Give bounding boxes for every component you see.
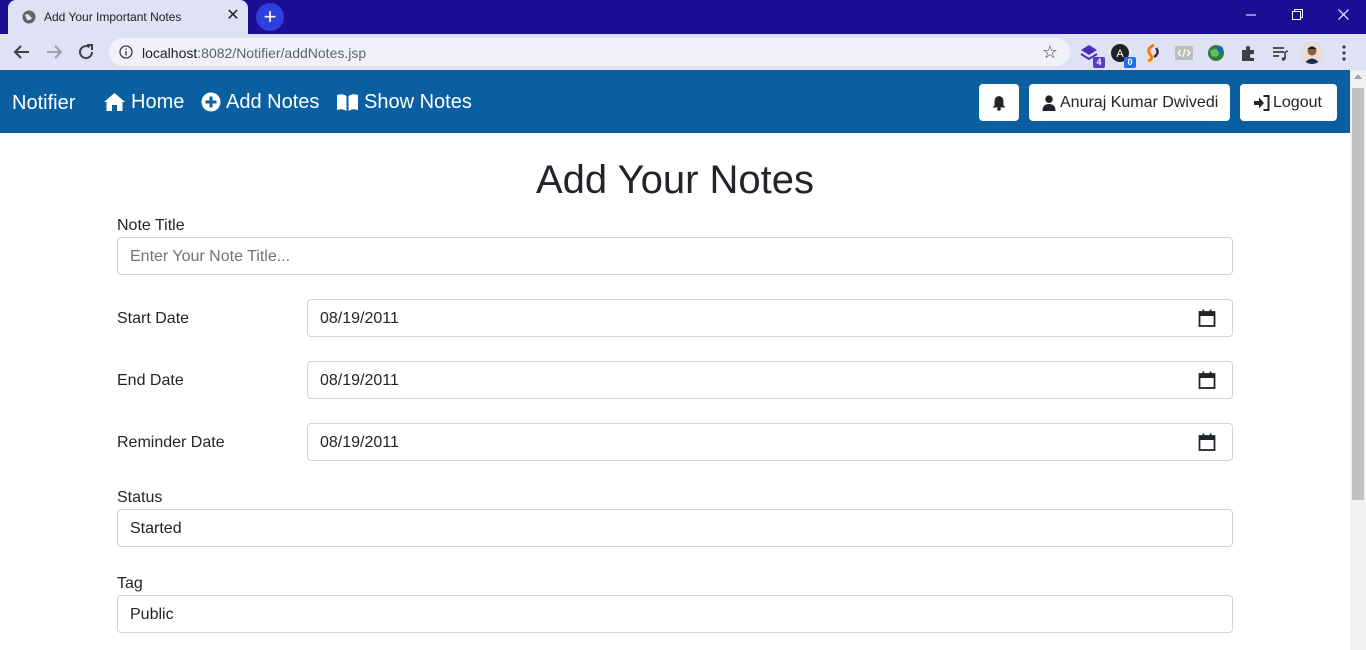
extension-1-icon[interactable]: 4 [1079, 43, 1105, 68]
address-bar[interactable]: localhost:8082/Notifier/addNotes.jsp ☆ [109, 38, 1070, 66]
page-title: Add Your Notes [536, 158, 814, 202]
status-value: Started [130, 520, 182, 537]
url-text: localhost:8082/Notifier/addNotes.jsp [142, 45, 366, 61]
nav-home-link[interactable]: Home [103, 91, 185, 115]
restore-icon [1291, 9, 1303, 20]
calendar-icon[interactable] [1198, 433, 1216, 451]
logout-button[interactable]: Logout [1240, 84, 1337, 121]
home-icon [104, 93, 125, 111]
logout-label: Logout [1273, 94, 1322, 111]
start-date-label: Start Date [117, 310, 190, 327]
nav-add-notes-label: Add Notes [226, 91, 320, 113]
calendar-icon[interactable] [1198, 371, 1216, 389]
globe-extension-icon[interactable] [1206, 43, 1226, 63]
user-icon [1042, 95, 1056, 111]
sign-in-arrow-icon [1254, 95, 1270, 111]
tag-value: Public [130, 606, 174, 623]
media-queue-icon[interactable] [1270, 43, 1290, 63]
tag-label: Tag [117, 575, 143, 592]
profile-avatar[interactable] [1301, 42, 1323, 64]
close-window-button[interactable] [1320, 0, 1366, 30]
status-label: Status [117, 489, 163, 506]
nav-show-notes-link[interactable]: Show Notes [336, 91, 472, 115]
tab-close-button[interactable]: ✕ [224, 7, 242, 25]
info-icon[interactable] [119, 45, 133, 59]
forward-arrow-icon[interactable] [42, 40, 66, 64]
nav-show-notes-label: Show Notes [364, 91, 472, 113]
nav-home-label: Home [131, 91, 185, 113]
browser-tab[interactable]: Add Your Important Notes ✕ [8, 0, 248, 34]
user-name-label: Anuraj Kumar Dwivedi [1060, 94, 1219, 111]
note-title-label: Note Title [117, 217, 185, 234]
notifications-button[interactable] [979, 84, 1019, 121]
reminder-date-value: 08/19/2011 [320, 434, 399, 451]
calendar-icon[interactable] [1198, 309, 1216, 327]
end-date-label: End Date [117, 372, 184, 389]
start-date-value: 08/19/2011 [320, 310, 399, 327]
book-icon [337, 94, 358, 111]
bookmark-star-icon[interactable]: ☆ [1042, 42, 1058, 63]
note-title-input[interactable]: Enter Your Note Title... [117, 237, 1233, 275]
scroll-up-arrow-icon[interactable] [1354, 74, 1362, 79]
close-icon [1337, 9, 1349, 20]
reminder-date-label: Reminder Date [117, 434, 225, 451]
url-host: localhost [142, 45, 198, 61]
minimize-button[interactable] [1228, 0, 1274, 30]
globe-icon [22, 10, 36, 24]
code-icon[interactable] [1174, 43, 1194, 63]
reload-icon[interactable] [74, 40, 98, 64]
nav-add-notes-link[interactable]: Add Notes [201, 91, 321, 115]
end-date-input[interactable]: 08/19/2011 [307, 361, 1233, 399]
orange-swirl-icon[interactable] [1142, 43, 1162, 63]
browser-toolbar: localhost:8082/Notifier/addNotes.jsp ☆ 4… [0, 34, 1366, 70]
tag-input[interactable]: Public [117, 595, 1233, 633]
restore-button[interactable] [1274, 0, 1320, 30]
minimize-icon [1246, 14, 1256, 16]
start-date-input[interactable]: 08/19/2011 [307, 299, 1233, 337]
url-path: :8082/Notifier/addNotes.jsp [197, 45, 367, 61]
plus-circle-icon [201, 92, 221, 112]
extension-1-badge: 4 [1093, 57, 1105, 68]
extension-2-icon[interactable]: A 0 [1110, 43, 1136, 68]
reminder-date-input[interactable]: 08/19/2011 [307, 423, 1233, 461]
back-arrow-icon[interactable] [10, 40, 34, 64]
bell-icon [992, 96, 1006, 111]
user-profile-button[interactable]: Anuraj Kumar Dwivedi [1029, 84, 1230, 121]
app-navbar: Notifier Home Add Notes Show Notes Anura… [0, 70, 1350, 133]
puzzle-icon[interactable] [1238, 43, 1258, 63]
end-date-value: 08/19/2011 [320, 372, 399, 389]
extension-2-badge: 0 [1124, 57, 1136, 68]
browser-tab-strip: Add Your Important Notes ✕ + [0, 0, 1366, 34]
brand-logo-text[interactable]: Notifier [12, 92, 75, 115]
kebab-menu-icon[interactable] [1334, 43, 1354, 63]
new-tab-button[interactable]: + [256, 3, 284, 31]
status-input[interactable]: Started [117, 509, 1233, 547]
person-avatar-icon [1301, 42, 1323, 64]
note-title-placeholder: Enter Your Note Title... [130, 248, 291, 265]
tab-title: Add Your Important Notes [44, 10, 182, 24]
scrollbar-thumb[interactable] [1352, 88, 1364, 500]
